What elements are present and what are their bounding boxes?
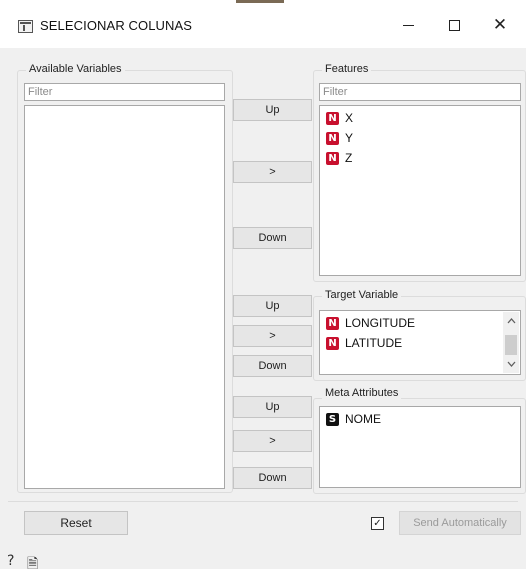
features-title: Features — [322, 63, 372, 75]
available-variables-title: Available Variables — [26, 63, 125, 75]
features-filter-input[interactable]: Filter — [319, 83, 521, 101]
target-variable-list[interactable]: N LONGITUDE N LATITUDE — [319, 310, 521, 375]
list-item[interactable]: N Z — [320, 148, 520, 168]
numeric-badge-icon: N — [326, 336, 339, 350]
numeric-badge-icon: N — [326, 316, 339, 330]
features-down-button[interactable]: Down — [233, 227, 312, 249]
list-item-label: Y — [345, 131, 354, 145]
send-automatically-button[interactable]: Send Automatically — [399, 511, 521, 535]
close-button[interactable]: ✕ — [477, 10, 523, 40]
meta-up-button[interactable]: Up — [233, 396, 312, 418]
meta-down-button[interactable]: Down — [233, 467, 312, 489]
help-icon[interactable]: ? — [7, 553, 14, 569]
string-badge-icon: S — [326, 412, 339, 426]
list-item[interactable]: S NOME — [320, 409, 520, 429]
meta-move-button[interactable]: > — [233, 430, 312, 452]
list-item[interactable]: N Y — [320, 128, 520, 148]
list-item-label: LATITUDE — [345, 336, 403, 350]
meta-attributes-list[interactable]: S NOME — [319, 406, 521, 488]
app-icon — [18, 20, 33, 33]
footer-divider — [8, 501, 518, 502]
list-item-label: LONGITUDE — [345, 316, 416, 330]
list-item-label: NOME — [345, 412, 381, 426]
scroll-up-icon[interactable] — [503, 313, 519, 329]
numeric-badge-icon: N — [326, 151, 339, 165]
features-up-button[interactable]: Up — [233, 99, 312, 121]
target-scrollbar[interactable] — [503, 312, 519, 373]
features-list[interactable]: N X N Y N Z — [319, 105, 521, 276]
list-item[interactable]: N LATITUDE — [320, 333, 520, 353]
close-icon: ✕ — [492, 15, 508, 35]
list-item-label: X — [345, 111, 354, 125]
maximize-icon — [448, 19, 460, 31]
maximize-button[interactable] — [431, 10, 477, 40]
dialog-content: Available Variables Filter Up > Down Fea… — [0, 48, 526, 572]
auto-send-checkbox[interactable]: ✓ — [371, 517, 384, 530]
list-item[interactable]: N LONGITUDE — [320, 313, 520, 333]
scroll-down-icon[interactable] — [503, 356, 519, 372]
available-filter-input[interactable]: Filter — [24, 83, 225, 101]
reset-button[interactable]: Reset — [24, 511, 128, 535]
minimize-button[interactable] — [385, 10, 431, 40]
title-bar: SELECIONAR COLUNAS ✕ — [0, 0, 526, 48]
features-move-button[interactable]: > — [233, 161, 312, 183]
numeric-badge-icon: N — [326, 111, 339, 125]
background-window-strip — [236, 0, 284, 3]
report-icon[interactable]: 🗎 — [27, 553, 38, 577]
target-move-button[interactable]: > — [233, 325, 312, 347]
numeric-badge-icon: N — [326, 131, 339, 145]
target-variable-title: Target Variable — [322, 289, 402, 301]
target-up-button[interactable]: Up — [233, 295, 312, 317]
window-title: SELECIONAR COLUNAS — [40, 18, 193, 33]
meta-attributes-title: Meta Attributes — [322, 387, 402, 399]
target-down-button[interactable]: Down — [233, 355, 312, 377]
minimize-icon — [402, 24, 414, 26]
list-item-label: Z — [345, 151, 353, 165]
check-icon: ✓ — [373, 518, 382, 529]
list-item[interactable]: N X — [320, 108, 520, 128]
scrollbar-thumb[interactable] — [505, 335, 517, 355]
available-variables-list[interactable] — [24, 105, 225, 489]
